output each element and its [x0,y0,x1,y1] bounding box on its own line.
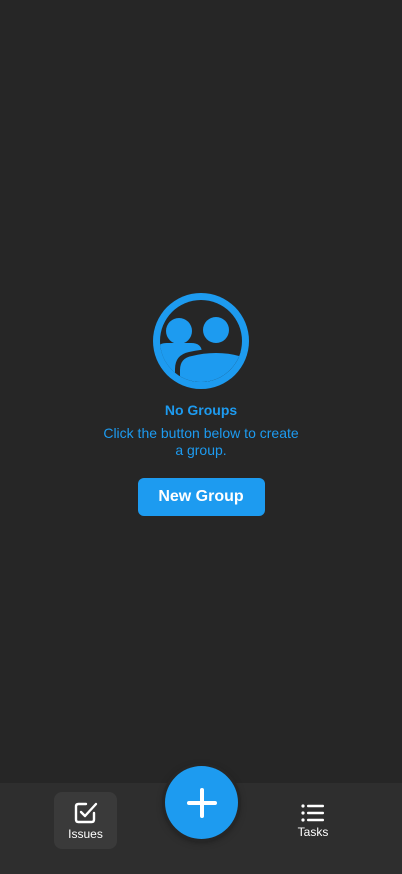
group-icon [153,293,249,389]
nav-item-tasks[interactable]: Tasks [283,792,343,849]
nav-label-tasks: Tasks [297,825,329,839]
empty-state: No Groups Click the button below to crea… [0,293,402,516]
nav-label-issues: Issues [68,827,103,841]
empty-state-message: Click the button below to create a group… [103,425,299,458]
empty-state-title: No Groups [164,402,238,418]
checkbox-icon [74,802,97,824]
add-fab-button[interactable] [165,766,238,839]
list-icon [301,804,324,822]
plus-icon [186,787,217,818]
new-group-button[interactable]: New Group [137,478,265,516]
nav-item-issues[interactable]: Issues [54,792,117,849]
